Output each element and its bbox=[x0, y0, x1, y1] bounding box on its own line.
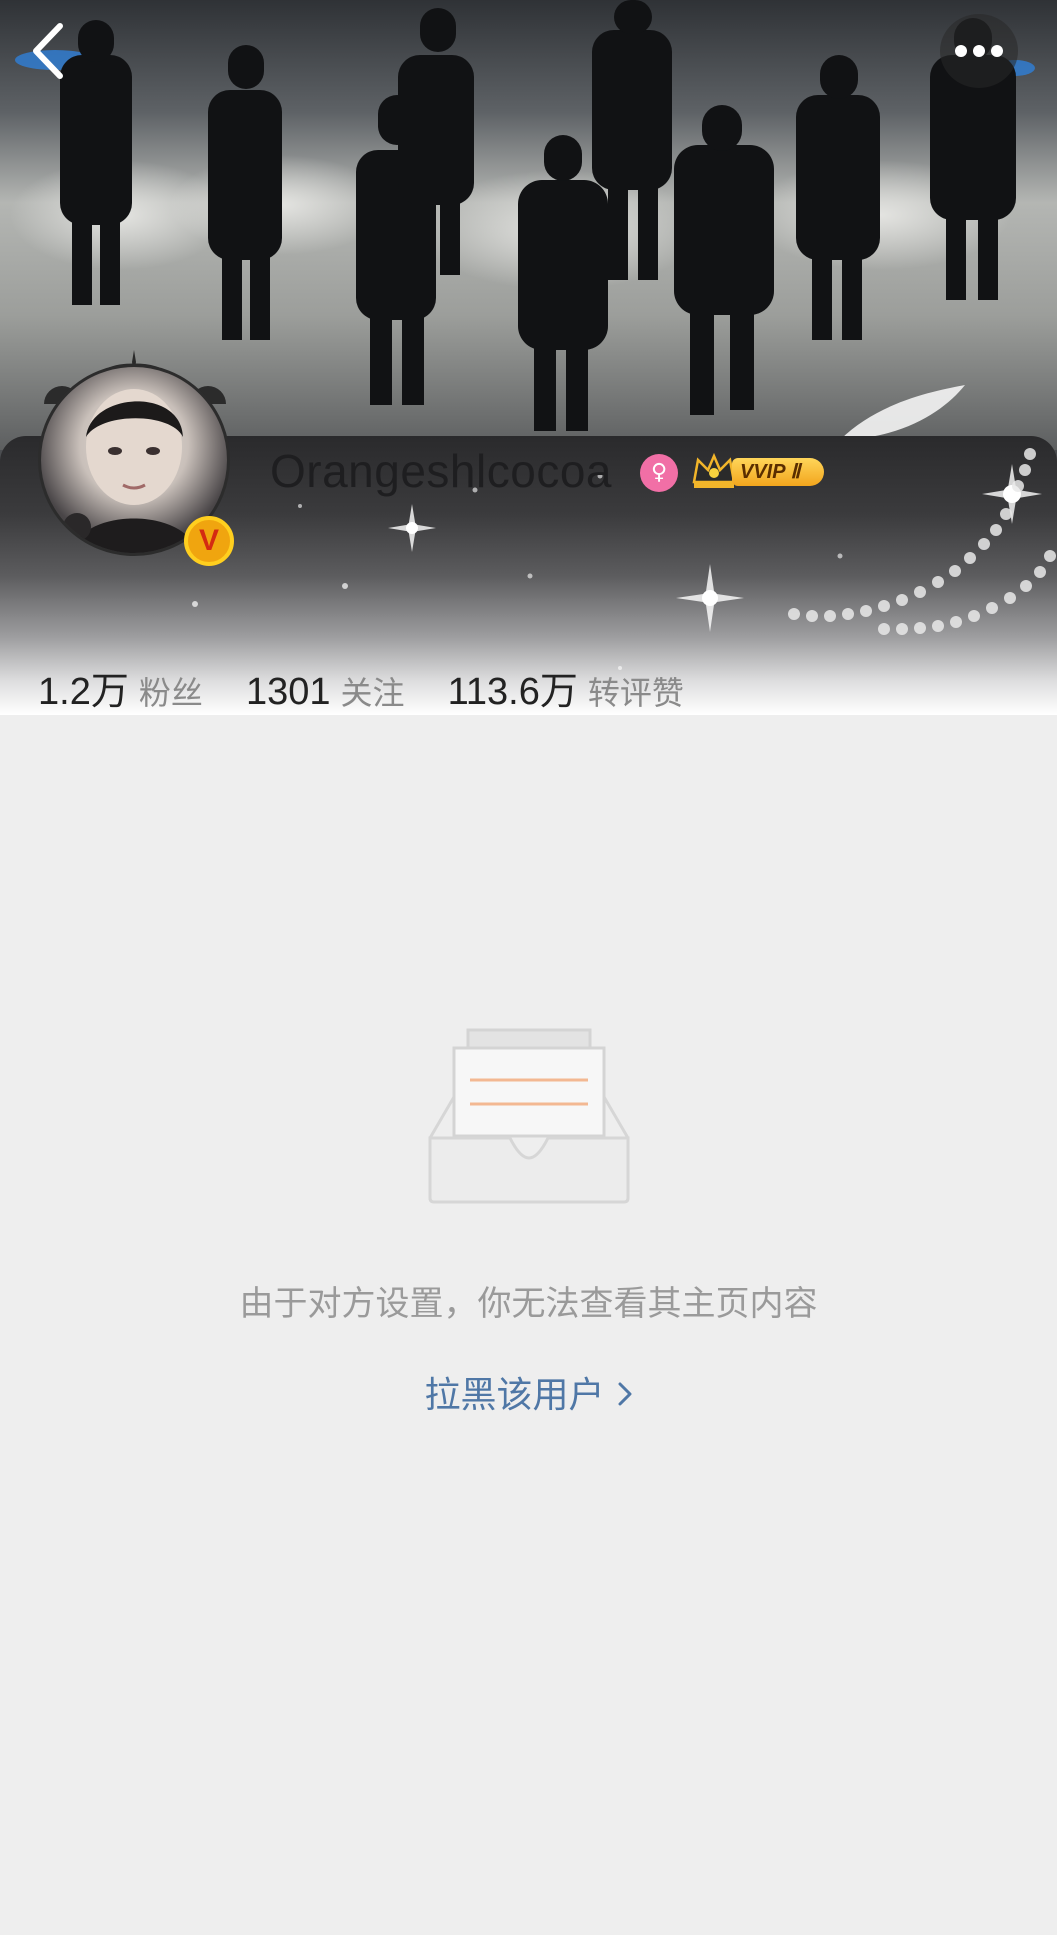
crown-icon bbox=[692, 452, 736, 488]
followers-stat[interactable]: 1.2万 粉丝 bbox=[38, 660, 203, 715]
verified-badge: V bbox=[184, 516, 234, 566]
following-stat[interactable]: 1301 关注 bbox=[246, 668, 405, 714]
chevron-left-icon bbox=[33, 23, 63, 79]
vip-badge[interactable]: VVIP Ⅱ bbox=[690, 452, 830, 492]
empty-inbox-icon bbox=[428, 1028, 630, 1204]
more-dots-icon bbox=[955, 45, 1003, 57]
username: Orangeshlcocoa bbox=[270, 445, 612, 497]
following-label: 关注 bbox=[340, 674, 405, 712]
profile-page: V Orangeshlcocoa ♀ VVIP Ⅱ 1.2万 粉丝 1301 关注 … bbox=[0, 0, 1057, 1935]
followers-label: 粉丝 bbox=[138, 674, 203, 712]
privacy-notice: 由于对方设置，你无法查看其主页内容 bbox=[239, 1284, 818, 1324]
chevron-right-icon bbox=[617, 1375, 633, 1416]
engagement-label: 转评赞 bbox=[587, 674, 684, 712]
stats-row: 1.2万 粉丝 1301 关注 113.6万 转评赞 bbox=[38, 660, 722, 713]
followers-count: 1.2万 bbox=[38, 671, 129, 713]
female-icon: ♀ bbox=[640, 454, 678, 492]
profile-cover: V Orangeshlcocoa ♀ VVIP Ⅱ 1.2万 粉丝 1301 关注 … bbox=[0, 0, 1057, 715]
block-user-link[interactable]: 拉黑该用户 bbox=[0, 1366, 1057, 1418]
engagement-count: 113.6万 bbox=[447, 671, 578, 713]
engagement-stat[interactable]: 113.6万 转评赞 bbox=[448, 660, 684, 715]
vip-label: VVIP Ⅱ bbox=[732, 458, 824, 486]
back-button[interactable] bbox=[20, 18, 86, 84]
block-user-label: 拉黑该用户 bbox=[424, 1375, 605, 1416]
following-count: 1301 bbox=[245, 671, 331, 713]
avatar[interactable]: V bbox=[28, 344, 240, 570]
more-button[interactable] bbox=[940, 14, 1018, 88]
